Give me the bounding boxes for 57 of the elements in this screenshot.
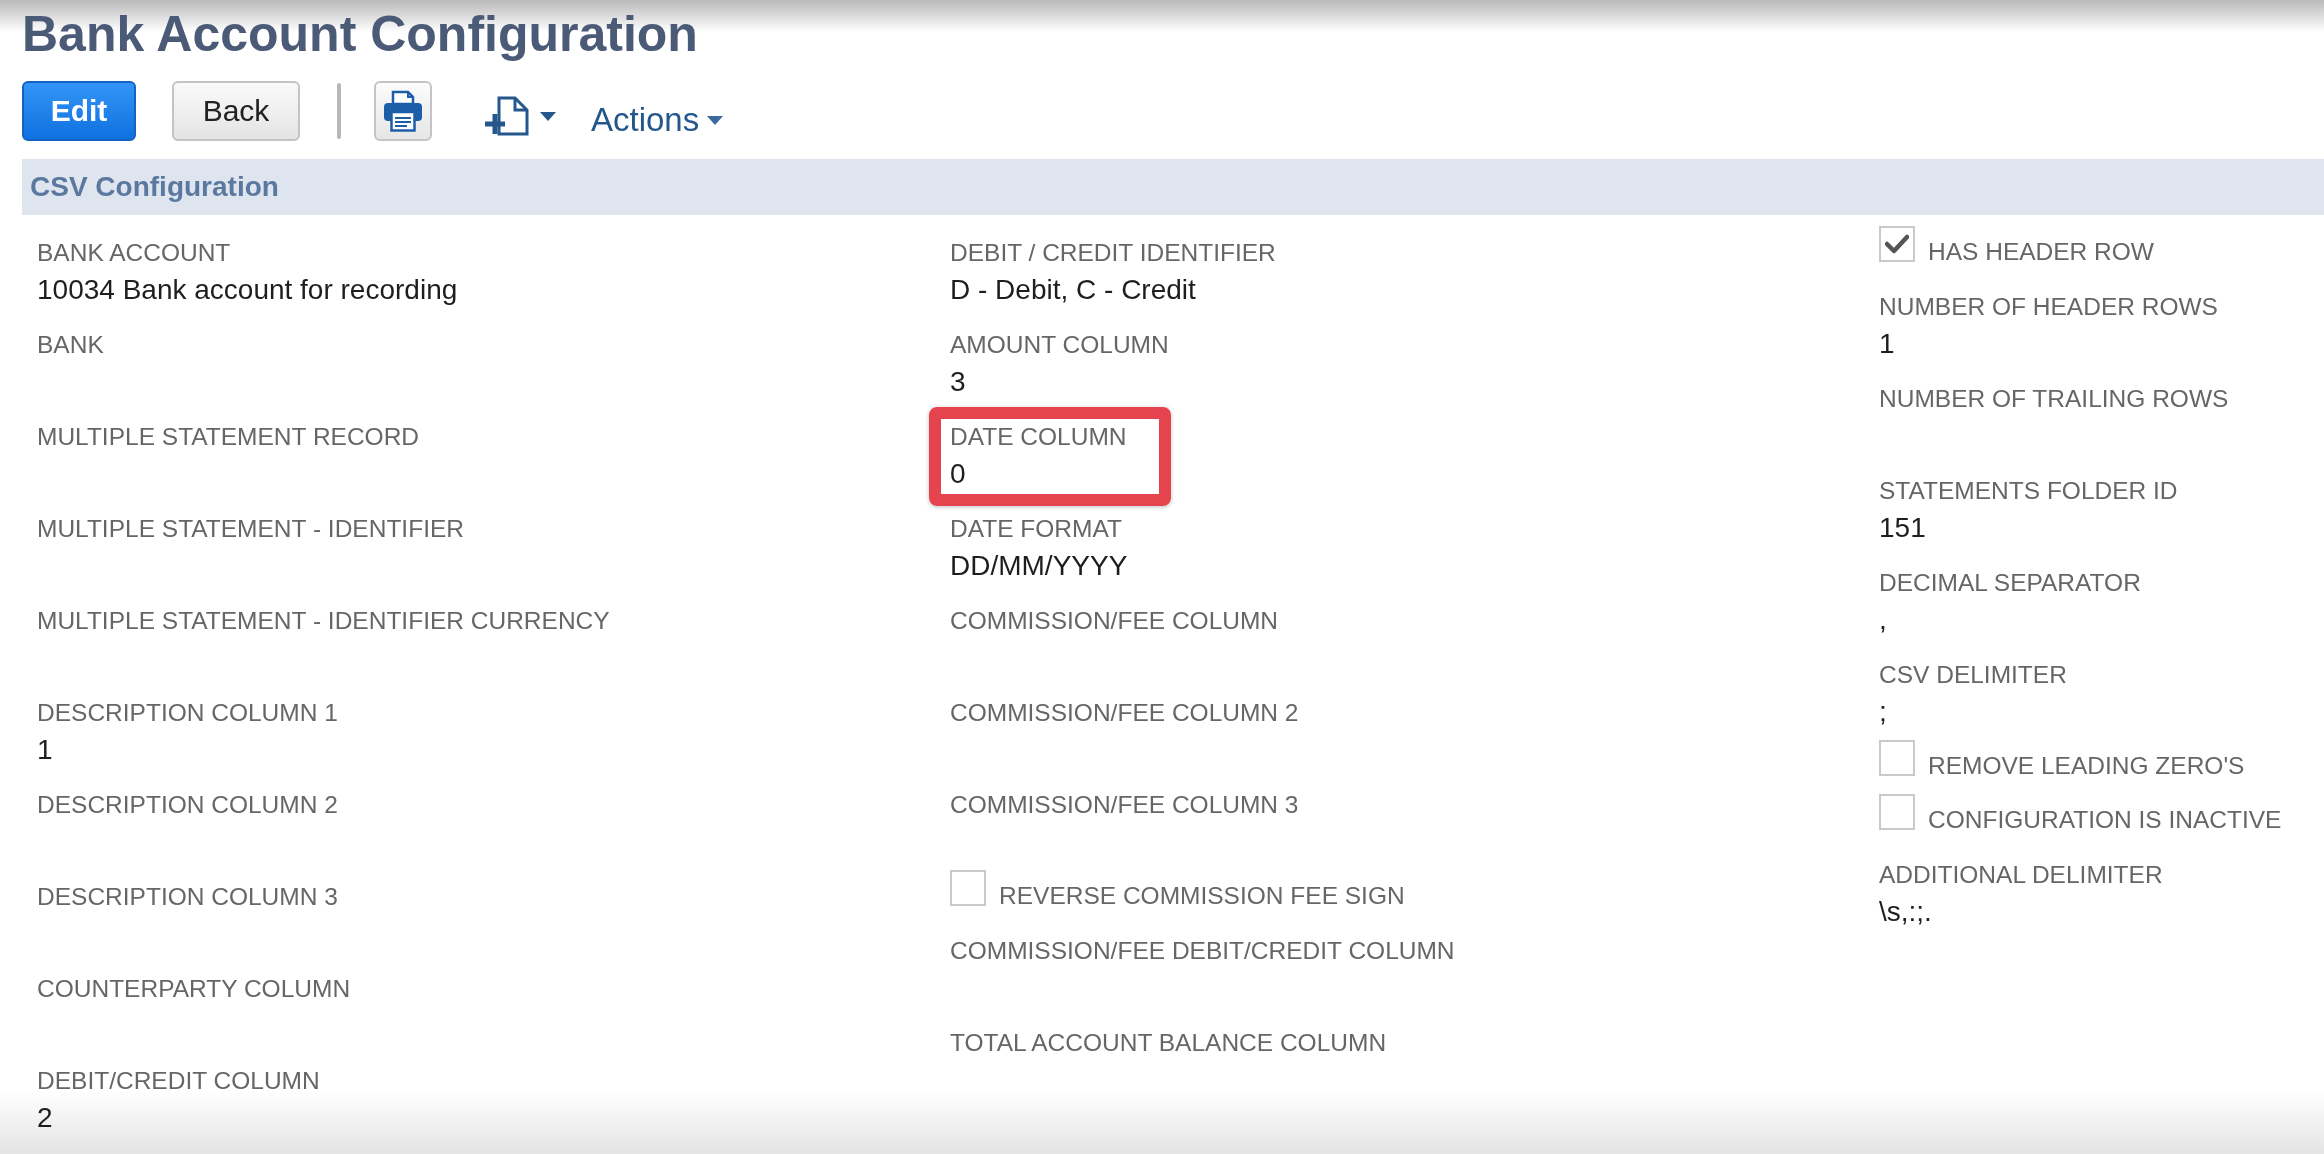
- document-plus-icon: [484, 96, 530, 136]
- field-label: DATE FORMAT: [950, 514, 1122, 544]
- field-label: DESCRIPTION COLUMN 2: [37, 790, 338, 820]
- actions-menu[interactable]: Actions: [591, 101, 724, 139]
- field-value: ,: [1879, 603, 1887, 637]
- checkbox-label: REVERSE COMMISSION FEE SIGN: [999, 881, 1405, 911]
- field-label: DESCRIPTION COLUMN 3: [37, 882, 338, 912]
- field-value: 2: [37, 1101, 53, 1135]
- edit-button[interactable]: Edit: [22, 81, 136, 141]
- field-label: DEBIT/CREDIT COLUMN: [37, 1066, 320, 1096]
- field-label: DATE COLUMN: [950, 422, 1127, 452]
- caret-icon: [707, 115, 724, 125]
- checkbox-label: HAS HEADER ROW: [1928, 237, 2154, 267]
- new-document-menu[interactable]: [484, 96, 556, 136]
- field-label: TOTAL ACCOUNT BALANCE COLUMN: [950, 1028, 1387, 1058]
- field-label: NUMBER OF TRAILING ROWS: [1879, 384, 2229, 414]
- field-label: COMMISSION/FEE DEBIT/CREDIT COLUMN: [950, 936, 1455, 966]
- field-label: DEBIT / CREDIT IDENTIFIER: [950, 238, 1276, 268]
- field-value: 1: [1879, 327, 1895, 361]
- field-label: CSV DELIMITER: [1879, 660, 2067, 690]
- printer-icon: [383, 90, 423, 132]
- field-label: MULTIPLE STATEMENT - IDENTIFIER: [37, 514, 464, 544]
- field-label: BANK ACCOUNT: [37, 238, 231, 268]
- page-title: Bank Account Configuration: [22, 5, 698, 64]
- field-value: 151: [1879, 511, 1926, 545]
- field-label: DECIMAL SEPARATOR: [1879, 568, 2141, 598]
- back-button[interactable]: Back: [172, 81, 300, 141]
- checkmark-icon: [1885, 234, 1909, 254]
- checkbox-label: CONFIGURATION IS INACTIVE: [1928, 805, 2282, 835]
- field-label: AMOUNT COLUMN: [950, 330, 1169, 360]
- checkbox-label: REMOVE LEADING ZERO'S: [1928, 751, 2245, 781]
- field-label: DESCRIPTION COLUMN 1: [37, 698, 338, 728]
- field-label: COMMISSION/FEE COLUMN 3: [950, 790, 1299, 820]
- section-header: CSV Configuration: [22, 159, 2324, 215]
- checkbox[interactable]: [1879, 740, 1915, 776]
- field-value: DD/MM/YYYY: [950, 549, 1128, 583]
- checkbox[interactable]: [1879, 794, 1915, 830]
- field-label: COUNTERPARTY COLUMN: [37, 974, 351, 1004]
- field-label: STATEMENTS FOLDER ID: [1879, 476, 2178, 506]
- field-label: ADDITIONAL DELIMITER: [1879, 860, 2163, 890]
- checkbox[interactable]: [950, 870, 986, 906]
- field-label: MULTIPLE STATEMENT RECORD: [37, 422, 420, 452]
- field-value: ;: [1879, 695, 1887, 729]
- field-value: D - Debit, C - Credit: [950, 273, 1196, 307]
- field-label: BANK: [37, 330, 104, 360]
- field-label: MULTIPLE STATEMENT - IDENTIFIER CURRENCY: [37, 606, 610, 636]
- checkbox[interactable]: [1879, 226, 1915, 262]
- field-label: COMMISSION/FEE COLUMN: [950, 606, 1279, 636]
- field-value: 0: [950, 457, 966, 491]
- field-value: 10034 Bank account for recording: [37, 273, 458, 307]
- print-button[interactable]: [374, 81, 432, 141]
- field-value: \s,:;.: [1879, 895, 1932, 929]
- field-value: 3: [950, 365, 966, 399]
- caret-icon: [540, 111, 556, 121]
- field-label: COMMISSION/FEE COLUMN 2: [950, 698, 1299, 728]
- field-value: 1: [37, 733, 53, 767]
- field-label: NUMBER OF HEADER ROWS: [1879, 292, 2218, 322]
